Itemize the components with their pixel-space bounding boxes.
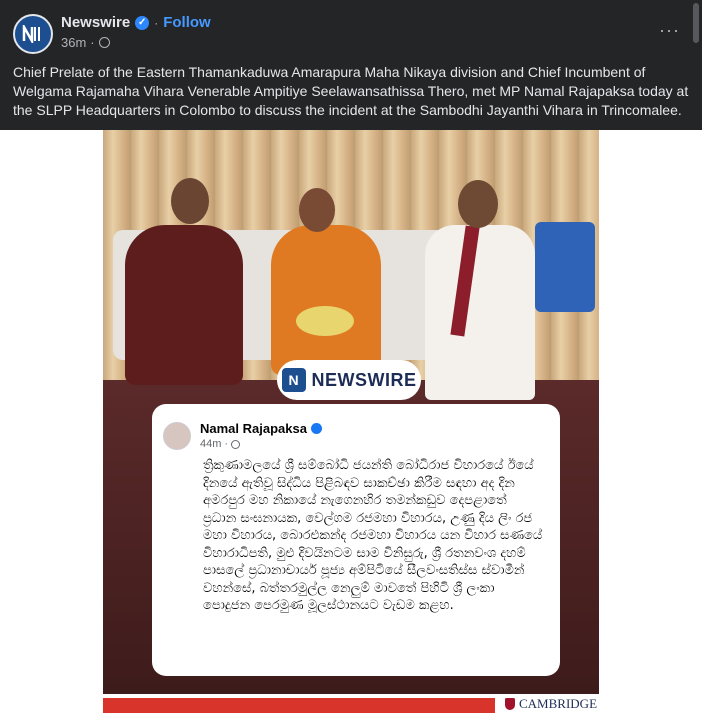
newswire-logo-icon: N [281,368,306,392]
post-meta: 36m · [61,35,110,50]
newswire-logo-icon [22,25,40,43]
newswire-wordmark: NEWSWIRE [311,369,417,390]
page-avatar[interactable] [13,14,53,54]
ceremonial-fan [296,306,354,336]
scrollbar[interactable] [693,3,699,43]
card-body-text: ත්‍රිකුණාමලයේ ශ්‍රී සම්බෝධි ජයන්ති බෝධිර… [203,458,543,613]
cambridge-wordmark: CAMBRIDGE [519,696,598,711]
newswire-watermark: N NEWSWIRE [277,360,421,400]
post-time[interactable]: 36m [61,35,86,50]
verified-badge-icon: ✓ [135,15,150,30]
card-author-name: Namal Rajapaksa [200,421,307,436]
monk-left-head [171,178,209,224]
post-text: Chief Prelate of the Eastern Thamankaduw… [13,64,689,118]
card-time: 44m [200,438,222,450]
monk-left-figure [125,225,243,385]
monk-center-figure [271,225,381,375]
card-author: Namal Rajapaksa [200,421,322,436]
cambridge-shield-icon [505,698,515,710]
card-verified-icon [310,423,322,434]
page-name-row: Newswire ✓ · Follow [61,14,211,31]
separator-dot: · [154,15,159,30]
more-options-button[interactable]: ··· [659,20,680,41]
man-head [458,180,498,228]
post-media[interactable]: N NEWSWIRE Namal Rajapaksa 44m · ත්‍රිකු… [0,130,702,713]
card-meta: 44m · [200,438,241,450]
man-figure [425,225,535,400]
card-globe-icon [231,439,241,449]
post-header: Newswire ✓ · Follow 36m · ··· Chief Prel… [0,0,702,130]
cambridge-branding: CAMBRIDGE [505,696,597,712]
post-photo[interactable]: N NEWSWIRE Namal Rajapaksa 44m · ත්‍රිකු… [103,130,599,713]
blue-chair [535,222,595,312]
page-name[interactable]: Newswire [61,14,130,31]
globe-icon [98,37,110,48]
monk-center-head [299,188,335,232]
card-time-separator: · [224,438,229,450]
follow-button[interactable]: Follow [163,14,211,31]
card-avatar [163,422,191,450]
ad-banner-red-strip [103,698,495,713]
time-separator: · [90,35,95,50]
